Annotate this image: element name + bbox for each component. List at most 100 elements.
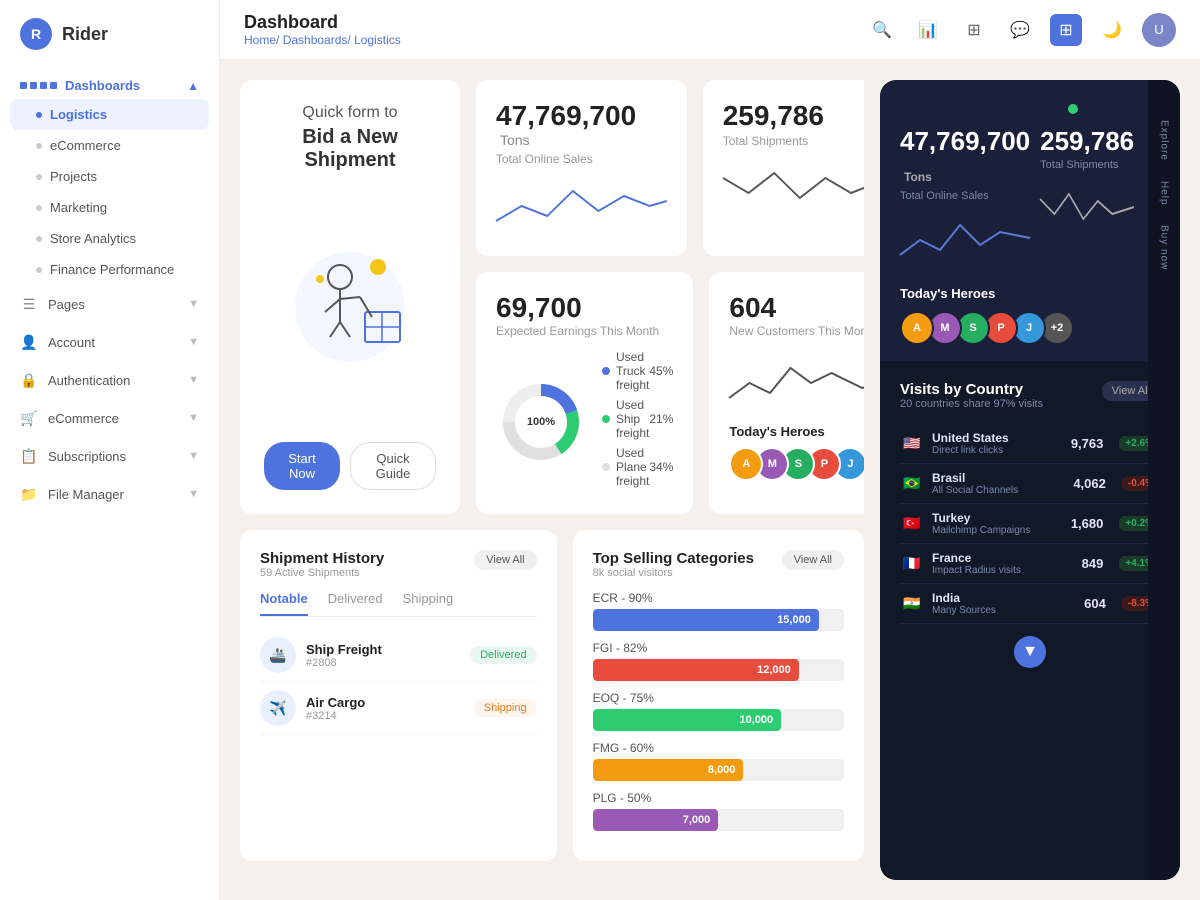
categories-card: Top Selling Categories 8k social visitor… (573, 530, 864, 861)
darkmode-icon[interactable]: 🌙 (1096, 14, 1128, 46)
dashboards-arrow-icon: ▲ (187, 79, 199, 93)
country-br: 🇧🇷 Brasil All Social Channels 4,062 -0.4… (900, 464, 1160, 504)
bar-fill-fmg: 8,000 (593, 759, 744, 781)
bottom-row: Shipment History 59 Active Shipments Vie… (240, 530, 864, 861)
bar-fmg: FMG - 60% 8,000 (593, 741, 844, 781)
load-more-button[interactable]: ▼ (1014, 636, 1046, 668)
visits-panel: Visits by Country 20 countries share 97%… (880, 361, 1180, 880)
country-tr: 🇹🇷 Turkey Mailchimp Campaigns 1,680 +0.2… (900, 504, 1160, 544)
dark-stat-shipments: 259,786 Total Shipments (1040, 126, 1134, 270)
shipment-view-all-button[interactable]: View All (474, 550, 536, 570)
right-panel: Explore Help Buy now 47,769,700 Tons Tot… (880, 80, 1180, 880)
ship-icon-1: 🚢 (260, 637, 296, 673)
content-left: Quick form to Bid a New Shipment (240, 80, 864, 880)
tab-notable[interactable]: Notable (260, 591, 308, 616)
visits-title: Visits by Country (900, 381, 1043, 398)
sidebar-item-finance[interactable]: Finance Performance (0, 254, 219, 285)
dark-sales-num: 47,769,700 Tons (900, 126, 1030, 188)
sidebar-item-logistics[interactable]: Logistics (10, 99, 209, 130)
header-actions: 🔍 📊 ⊞ 💬 ⊞ 🌙 U (866, 13, 1176, 47)
shipments-card: 259,786 Total Shipments (703, 80, 864, 256)
sidebar-item-ecommerce2[interactable]: 🛒 eCommerce ▼ (0, 399, 219, 437)
categories-view-all-button[interactable]: View All (782, 550, 844, 570)
categories-title: Top Selling Categories (593, 550, 754, 567)
dark-sales-label: Total Online Sales (900, 190, 1030, 202)
subscriptions-icon: 📋 (20, 447, 38, 465)
ship-name-2: Air Cargo (306, 695, 464, 710)
search-icon[interactable]: 🔍 (866, 14, 898, 46)
sidebar-section-dashboards[interactable]: Dashboards ▲ (0, 68, 219, 99)
ship-icon-2: ✈️ (260, 690, 296, 726)
shipment-item-1: 🚢 Ship Freight #2808 Delivered (260, 629, 537, 682)
sidebar-item-account[interactable]: 👤 Account ▼ (0, 323, 219, 361)
bar-fill-eoq: 10,000 (593, 709, 782, 731)
nav-dot-ecommerce (36, 143, 42, 149)
shipment-item-2: ✈️ Air Cargo #3214 Shipping (260, 682, 537, 735)
header: Dashboard Home/ Dashboards/ Logistics 🔍 … (220, 0, 1200, 60)
promo-title: Quick form to (264, 104, 436, 122)
quick-guide-button[interactable]: Quick Guide (350, 442, 436, 490)
chart-icon[interactable]: 📊 (912, 14, 944, 46)
avatar[interactable]: U (1142, 13, 1176, 47)
dark-sales-unit: Tons (904, 170, 932, 184)
sidebar: R Rider Dashboards ▲ Logistics eComme (0, 0, 220, 900)
pages-arrow-icon: ▼ (188, 298, 199, 310)
sidebar-item-marketing[interactable]: Marketing (0, 192, 219, 223)
ship-status-2: Shipping (474, 699, 537, 717)
logo-text: Rider (62, 24, 108, 45)
ship-id-1: #2808 (306, 657, 460, 669)
sidebar-item-projects[interactable]: Projects (0, 161, 219, 192)
filemanager-arrow-icon: ▼ (188, 488, 199, 500)
heroes-title: Today's Heroes (729, 424, 864, 439)
promo-illustration (270, 237, 430, 367)
apps-icon[interactable]: ⊞ (1050, 14, 1082, 46)
bar-fill-ecr: 15,000 (593, 609, 819, 631)
bar-plg: PLG - 50% 7,000 (593, 791, 844, 831)
sidebar-item-ecommerce[interactable]: eCommerce (0, 130, 219, 161)
sidebar-item-store-analytics[interactable]: Store Analytics (0, 223, 219, 254)
strip-buynow[interactable]: Buy now (1159, 225, 1170, 270)
online-sales-label: Total Online Sales (496, 152, 667, 166)
tab-shipping[interactable]: Shipping (403, 591, 454, 616)
sidebar-item-subscriptions[interactable]: 📋 Subscriptions ▼ (0, 437, 219, 475)
online-sales-unit: Tons (500, 132, 530, 148)
promo-subtitle: Bid a New Shipment (264, 126, 436, 172)
ship-name-1: Ship Freight (306, 642, 460, 657)
hero-avatar-1: A (729, 447, 763, 481)
earnings-card: 69,700 Expected Earnings This Month (476, 272, 693, 514)
strip-help[interactable]: Help (1159, 181, 1170, 206)
nav-dot-store (36, 236, 42, 242)
bar-fgi: FGI - 82% 12,000 (593, 641, 844, 681)
sidebar-nav: Dashboards ▲ Logistics eCommerce Project… (0, 68, 219, 900)
dark-shipments-num: 259,786 (1040, 126, 1134, 157)
ship-id-2: #3214 (306, 710, 464, 722)
earnings-num: 69,700 (496, 292, 673, 324)
shipments-chart (723, 158, 864, 218)
online-sales-chart (496, 176, 667, 236)
country-list: 🇺🇸 United States Direct link clicks 9,76… (900, 424, 1160, 624)
strip-explore[interactable]: Explore (1159, 120, 1170, 161)
flag-tr: 🇹🇷 (900, 516, 924, 532)
sidebar-item-pages[interactable]: ☰ Pages ▼ (0, 285, 219, 323)
shipment-history-title: Shipment History (260, 550, 384, 567)
freight-donut-chart: 100% (496, 377, 586, 467)
start-now-button[interactable]: Start Now (264, 442, 340, 490)
sidebar-item-filemanager[interactable]: 📁 File Manager ▼ (0, 475, 219, 513)
content-area: Quick form to Bid a New Shipment (220, 60, 1200, 900)
page-title: Dashboard (244, 12, 401, 33)
dark-shipments-label: Total Shipments (1040, 159, 1134, 171)
account-arrow-icon: ▼ (188, 336, 199, 348)
flag-in: 🇮🇳 (900, 596, 924, 612)
dark-heroes-title: Today's Heroes (900, 286, 1128, 301)
grid-icon[interactable]: ⊞ (958, 14, 990, 46)
pages-icon: ☰ (20, 295, 38, 313)
tab-delivered[interactable]: Delivered (328, 591, 383, 616)
flag-fr: 🇫🇷 (900, 556, 924, 572)
chat-icon[interactable]: 💬 (1004, 14, 1036, 46)
sidebar-item-authentication[interactable]: 🔒 Authentication ▼ (0, 361, 219, 399)
chevron-down-icon: ▼ (1022, 643, 1038, 661)
svg-text:100%: 100% (527, 416, 555, 428)
category-bars: ECR - 90% 15,000 FGI - 82% 12,000 EOQ - … (593, 591, 844, 831)
ecommerce-icon: 🛒 (20, 409, 38, 427)
logo[interactable]: R Rider (0, 0, 219, 68)
